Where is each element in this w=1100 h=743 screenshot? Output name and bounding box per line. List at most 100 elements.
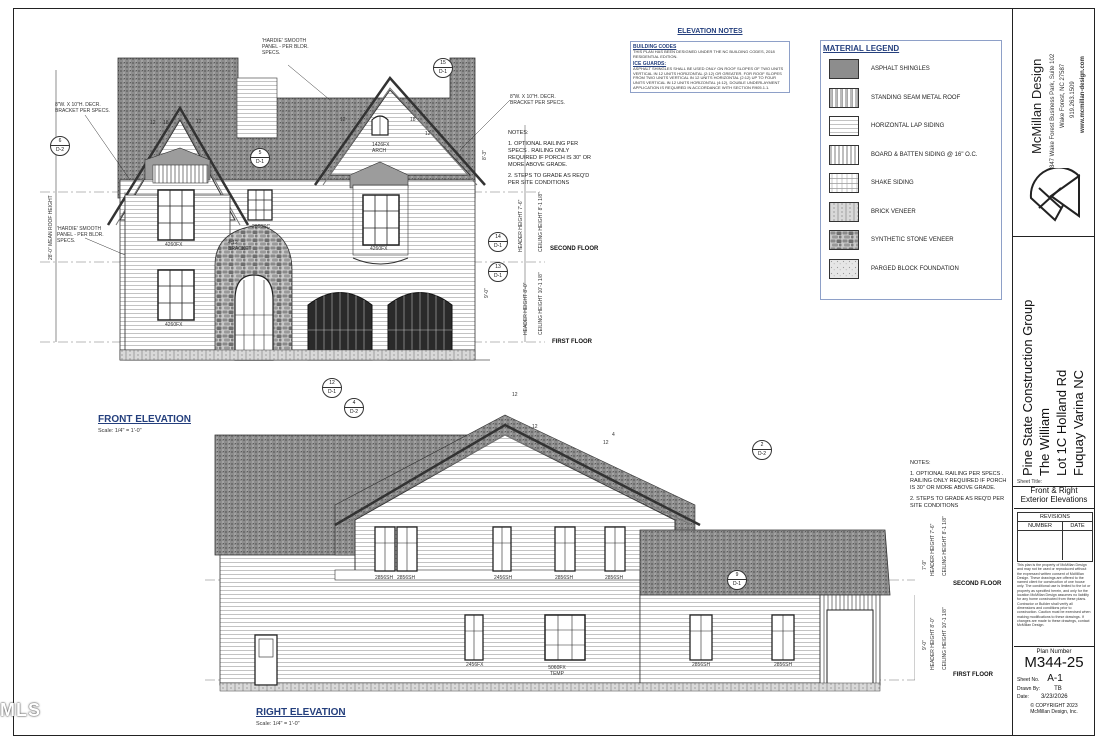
- detail-tag: 15 D-1: [433, 58, 453, 78]
- window: [157, 189, 195, 241]
- legend-item: ASPHALT SHINGLES: [821, 55, 1001, 84]
- lower-ceiling-height: CEILING HEIGHT 10'-1 1/8": [538, 272, 544, 335]
- detail-tag: 5 D-1: [250, 148, 270, 168]
- plan-number-box: Plan Number M344-25 Sheet No. A-1 Drawn B…: [1014, 646, 1094, 737]
- sheet-title-label: Sheet Title:: [1017, 479, 1043, 485]
- roof-pitch: 18: [410, 117, 416, 123]
- window: [771, 614, 795, 661]
- mls-watermark: MLS: [0, 700, 41, 720]
- upper-ceiling-height: CEILING HEIGHT 8'-1 1/8": [942, 516, 948, 576]
- front-elevation-title: FRONT ELEVATION: [98, 414, 191, 425]
- project-plan-name: The William: [1037, 408, 1052, 476]
- callout-hardie-top: 'HARDIE' SMOOTH PANEL - PER BLDR. SPECS.: [262, 38, 309, 56]
- note-line: 1. OPTIONAL RAILING PER SPECS . RAILING …: [910, 471, 1007, 491]
- sheet-title-2: Exterior Elevations: [1020, 495, 1088, 504]
- sheet-title-1: Front & Right: [1030, 486, 1078, 495]
- tag-sheet: D-1: [255, 159, 265, 165]
- legend-label: HORIZONTAL LAP SIDING: [871, 123, 945, 130]
- legend-item: SHAKE SIDING: [821, 169, 1001, 198]
- upper-header-height: HEADER HEIGHT 7'-6": [518, 199, 524, 252]
- legend-item: PARGED BLOCK FOUNDATION: [821, 255, 1001, 284]
- roof-pitch: 4: [612, 432, 615, 438]
- tag-sheet: D-1: [438, 69, 448, 75]
- window: [554, 526, 576, 572]
- right-notes: NOTES: 1. OPTIONAL RAILING PER SPECS . R…: [910, 460, 1010, 510]
- callout-bracket-right: 8"W. X 10"H. DECR. BRACKET PER SPECS.: [510, 94, 565, 106]
- tag-sheet: D-1: [732, 581, 742, 587]
- firm-logo: [1029, 168, 1081, 222]
- tag-number: 5: [251, 149, 269, 158]
- callout-hardie-left: 'HARDIE' SMOOTH PANEL - PER BLDR. SPECS.: [57, 226, 104, 244]
- window-tag: 2856SH: [375, 575, 394, 581]
- legend-label: BRICK VENEER: [871, 208, 916, 215]
- project-city: Fuquay Varina NC: [1071, 370, 1086, 476]
- tag-number: 2: [753, 441, 771, 450]
- right-elevation-scale: Scale: 1/4" = 1'-0": [256, 721, 300, 727]
- window-tag: 2856SH: [774, 662, 793, 668]
- parged-block-swatch: [829, 258, 859, 279]
- right-elevation-drawing: [205, 414, 915, 692]
- window: [604, 526, 626, 572]
- drawn-by: TB: [1054, 686, 1062, 692]
- sheet-no-label: Sheet No.: [1017, 677, 1040, 683]
- detail-tag: 9 D-1: [727, 570, 747, 590]
- front-elevation-scale: Scale: 1/4" = 1'-0": [98, 428, 142, 434]
- roof-pitch: 12: [196, 119, 202, 125]
- tag-number: 13: [489, 263, 507, 272]
- tag-number: 6: [51, 137, 69, 146]
- legend-label: STANDING SEAM METAL ROOF: [871, 94, 961, 101]
- disclaimer: This plan is the property of McMillan De…: [1017, 563, 1091, 628]
- lap-siding-swatch: [829, 116, 859, 137]
- revisions-date-header: DATE: [1070, 523, 1085, 529]
- roof-pitch: 12: [512, 392, 518, 398]
- firm-panel: McMillan Design 847 Wake Forest Business…: [1013, 8, 1094, 237]
- window: [464, 614, 484, 661]
- board-batten-swatch: [829, 144, 859, 165]
- first-floor-level-label: FIRST FLOOR: [552, 339, 592, 345]
- roof-pitch: 18: [163, 120, 169, 126]
- detail-tag: 13 D-1: [488, 262, 508, 282]
- tag-number: 14: [489, 233, 507, 242]
- legend-item: STANDING SEAM METAL ROOF: [821, 84, 1001, 113]
- window: [689, 614, 713, 661]
- firm-website: www.mcmillan-design.com: [1080, 56, 1086, 133]
- roof-pitch: 12: [603, 440, 609, 446]
- tag-sheet: D-2: [757, 451, 767, 457]
- legend-label: BOARD & BATTEN SIDING @ 16" O.C.: [871, 151, 978, 158]
- window-tag: 4260FX: [165, 322, 183, 328]
- window: [157, 269, 195, 321]
- roof-pitch: 12: [532, 424, 538, 430]
- building-codes-text: THIS PLAN HAS BEEN DESIGNED UNDER THE NC…: [633, 49, 775, 59]
- shake-siding-swatch: [829, 173, 859, 194]
- window-tag: 2856SH: [692, 662, 711, 668]
- window-tag: 2456SH: [494, 575, 513, 581]
- right-elevation-title: RIGHT ELEVATION: [256, 707, 346, 718]
- detail-tag: 2 D-2: [752, 440, 772, 460]
- ice-guards-text: ASPHALT SHINGLES SHALL BE USED ONLY ON R…: [633, 66, 784, 90]
- tag-sheet: D-1: [493, 243, 503, 249]
- upper-floor-dim: 8'-3": [482, 150, 488, 160]
- upper-header-height: HEADER HEIGHT 7'-6": [930, 523, 936, 576]
- window-tag: 2856SH: [605, 575, 624, 581]
- project-lot: Lot 1C Holland Rd: [1054, 369, 1069, 476]
- front-notes: NOTES: 1. OPTIONAL RAILING PER SPECS . R…: [508, 130, 593, 187]
- callout-arch: 1426FX ARCH: [372, 142, 390, 154]
- window: [492, 526, 512, 572]
- window: [396, 526, 418, 572]
- note-line: 2. STEPS TO GRADE AS REQ'D PER SITE COND…: [508, 173, 590, 186]
- legend-item: BOARD & BATTEN SIDING @ 16" O.C.: [821, 141, 1001, 170]
- window-tag: 2856SH: [397, 575, 416, 581]
- legend-item: SYNTHETIC STONE VENEER: [821, 226, 1001, 255]
- roof-pitch: 12: [425, 131, 431, 137]
- window-tag: 2856SH: [555, 575, 574, 581]
- window: [247, 189, 273, 221]
- callout-bracket-4-12: 4:12 BRACKET: [228, 240, 252, 252]
- detail-tag: 6 D-2: [50, 136, 70, 156]
- roof-pitch: 12: [150, 120, 156, 126]
- tag-sheet: D-1: [493, 273, 503, 279]
- date: 3/23/2026: [1040, 694, 1068, 700]
- sheet-no: A-1: [1047, 673, 1063, 684]
- window-tag: 2860SC: [252, 224, 271, 230]
- drawn-by-label: Drawn By:: [1017, 686, 1041, 692]
- window: [374, 526, 396, 572]
